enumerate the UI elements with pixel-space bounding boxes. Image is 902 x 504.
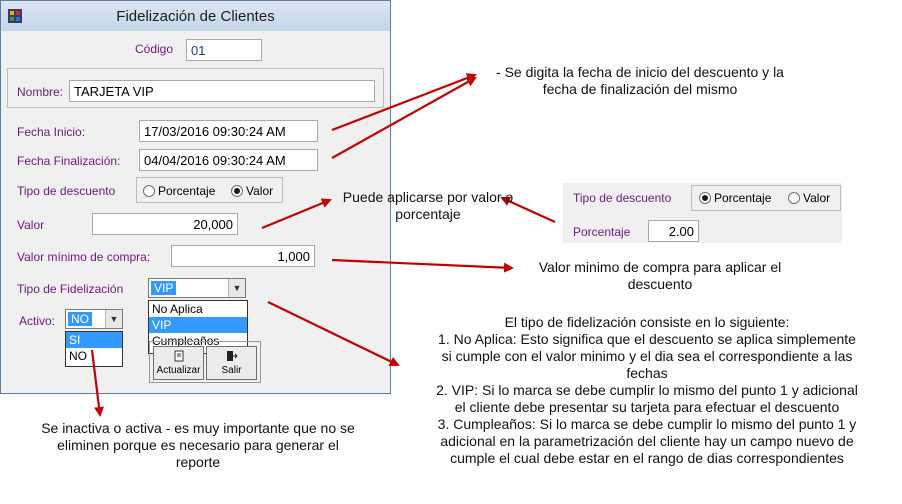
arrow-fidelizacion — [267, 301, 400, 367]
note-line: eliminen porque es necesario para genera… — [57, 437, 339, 453]
note-line: fecha de finalización del mismo — [542, 81, 738, 97]
note-line: Se inactiva o activa - es muy importante… — [41, 420, 355, 436]
note-line: 1. No Aplica: Esto significa que el desc… — [438, 331, 856, 347]
note-line: fechas — [626, 365, 668, 381]
note-line: porcentaje — [395, 206, 461, 222]
note-line: el cliente debe presentar su tarjeta par… — [454, 399, 840, 415]
note-line: Valor minimo de compra para aplicar el — [538, 259, 782, 275]
note-line: cumple el cual debe estar en el rango de… — [450, 450, 844, 466]
note-line: 3. Cumpleaños: Si lo marca se debe cumpl… — [437, 416, 857, 432]
arrow-fecha-fin — [331, 77, 477, 159]
arrow-valor-minimo — [331, 258, 514, 273]
note-line: - Se digita la fecha de inicio del descu… — [496, 64, 784, 80]
note-line: 2. VIP: Si lo marca se debe cumplir lo m… — [436, 382, 858, 398]
note-valor-minimo: Valor minimo de compra para aplicar el d… — [500, 259, 820, 293]
note-line: descuento — [627, 276, 693, 292]
note-fechas: - Se digita la fecha de inicio del descu… — [460, 64, 820, 98]
arrow-activo — [90, 349, 104, 417]
note-line: El tipo de fidelización consiste en lo s… — [504, 314, 790, 330]
note-line: Puede aplicarse por valor o — [342, 189, 514, 205]
note-fidelizacion: El tipo de fidelización consiste en lo s… — [402, 314, 892, 467]
note-activo: Se inactiva o activa - es muy importante… — [18, 420, 378, 471]
arrow-fecha-inicio — [331, 73, 477, 132]
note-line: si cumple con el valor minimo y el dia s… — [441, 348, 853, 364]
note-tipo-descuento: Puede aplicarse por valor o porcentaje — [318, 189, 538, 223]
note-line: adicional en la parametrización del clie… — [440, 433, 854, 449]
note-line: reporte — [175, 454, 221, 470]
